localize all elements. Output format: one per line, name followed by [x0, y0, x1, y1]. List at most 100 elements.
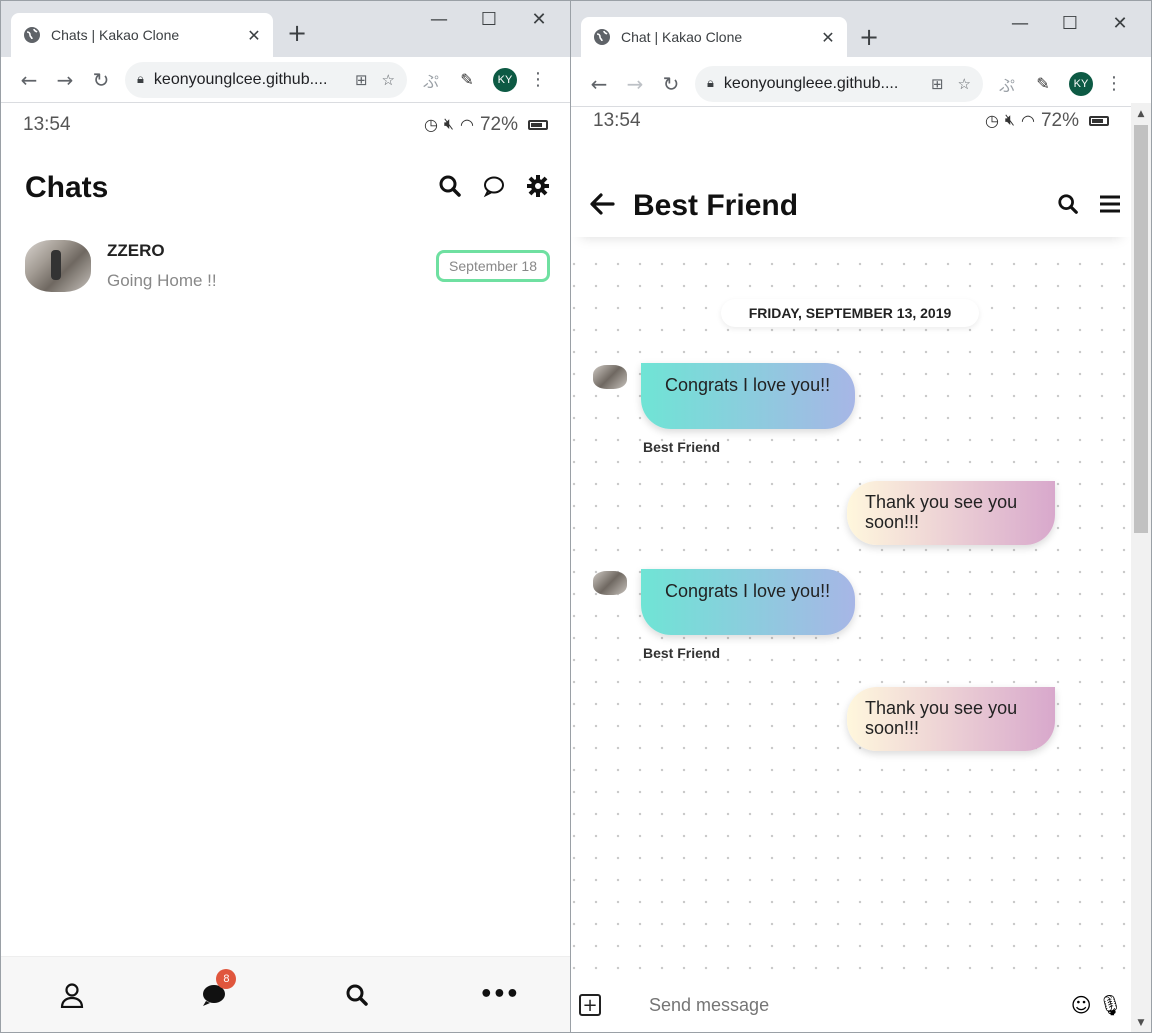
chat-avatar — [25, 240, 91, 292]
tab-strip: Chats | Kakao Clone ✕ + — ☐ ✕ — [1, 1, 570, 57]
chat-date-badge: September 18 — [436, 250, 550, 282]
tab-search[interactable] — [337, 975, 377, 1015]
message-input[interactable] — [649, 994, 1065, 1016]
wifi-icon: ◠ — [460, 117, 474, 134]
extension-icon[interactable]: ぷ — [413, 68, 449, 92]
emoji-icon[interactable]: ☺ — [1071, 993, 1092, 1017]
window-controls: — ☐ ✕ — [995, 13, 1145, 34]
browser-window-chats: Chats | Kakao Clone ✕ + — ☐ ✕ ← → ↻ 🔒︎ k… — [0, 0, 571, 1033]
status-time: 13:54 — [23, 114, 71, 135]
alarm-icon: ◷ — [984, 113, 999, 130]
message-bubble: Congrats I love you!! — [641, 363, 855, 429]
bottom-tab-bar: 8 ••• — [1, 956, 570, 1032]
close-tab-icon[interactable]: ✕ — [819, 28, 837, 47]
sender-name: Best Friend — [643, 645, 721, 661]
maximize-icon[interactable]: ☐ — [464, 9, 514, 30]
outgoing-message: Thank you see you soon!!! — [847, 687, 1055, 751]
address-bar[interactable]: 🔒︎ keonyoungleee.github.... ⊞ ☆ — [695, 65, 983, 102]
microphone-icon[interactable]: 🎙︎ — [1098, 993, 1123, 1017]
new-tab-button[interactable]: + — [859, 23, 879, 51]
wifi-icon: ◠ — [1021, 113, 1035, 130]
mute-icon: 🔇︎ — [443, 116, 454, 133]
date-divider: FRIDAY, SEPTEMBER 13, 2019 — [721, 299, 979, 327]
phone-status-bar: 13:54 ◷ 🔇︎ ◠ 72% — [1, 105, 570, 145]
scrollbar[interactable]: ▲ ▼ — [1131, 103, 1151, 1032]
forward-button[interactable]: → — [47, 68, 83, 92]
close-window-icon[interactable]: ✕ — [1095, 13, 1145, 34]
bookmark-star-icon[interactable]: ☆ — [382, 71, 395, 89]
back-button[interactable]: ← — [11, 68, 47, 92]
extension-icon[interactable]: ぷ — [989, 72, 1025, 96]
tab-title: Chats | Kakao Clone — [51, 27, 180, 43]
mute-icon: 🔇︎ — [1004, 112, 1015, 129]
profile-avatar[interactable]: KY — [1069, 71, 1093, 96]
scroll-down-arrow-icon[interactable]: ▼ — [1131, 1018, 1151, 1028]
browser-window-chat: Chat | Kakao Clone ✕ + — ☐ ✕ ← → ↻ 🔒︎ ke… — [570, 0, 1152, 1033]
reload-button[interactable]: ↻ — [83, 68, 119, 92]
battery-percent: 72% — [1040, 110, 1079, 131]
close-tab-icon[interactable]: ✕ — [245, 26, 263, 45]
window-controls: — ☐ ✕ — [414, 9, 564, 30]
person-icon — [61, 982, 84, 1008]
reload-button[interactable]: ↻ — [653, 72, 689, 96]
scroll-up-arrow-icon[interactable]: ▲ — [1131, 109, 1151, 119]
outgoing-message: Thank you see you soon!!! — [847, 481, 1055, 545]
eyedropper-extension-icon[interactable]: ✎ — [449, 70, 485, 89]
translate-icon[interactable]: ⊞ — [931, 75, 944, 93]
lock-icon: 🔒︎ — [137, 72, 144, 87]
chat-preview: Going Home !! — [107, 271, 217, 290]
settings-gear-icon[interactable] — [526, 174, 550, 202]
close-window-icon[interactable]: ✕ — [514, 9, 564, 30]
forward-button[interactable]: → — [617, 72, 653, 96]
eyedropper-extension-icon[interactable]: ✎ — [1025, 74, 1061, 93]
browser-menu-icon[interactable]: ⋮ — [1101, 73, 1127, 94]
status-time: 13:54 — [593, 110, 641, 131]
maximize-icon[interactable]: ☐ — [1045, 13, 1095, 34]
minimize-icon[interactable]: — — [995, 13, 1045, 34]
tab-more[interactable]: ••• — [479, 975, 519, 1015]
sender-avatar — [593, 365, 627, 389]
new-chat-icon[interactable] — [482, 174, 506, 202]
browser-menu-icon[interactable]: ⋮ — [525, 69, 551, 90]
chat-name: ZZERO — [107, 241, 165, 260]
globe-icon — [593, 28, 611, 46]
scrollbar-thumb[interactable] — [1134, 125, 1148, 533]
tab-friends[interactable] — [52, 975, 92, 1015]
browser-toolbar: ← → ↻ 🔒︎ keonyounglcee.github.... ⊞ ☆ ぷ … — [1, 57, 570, 103]
sender-name: Best Friend — [643, 439, 721, 455]
sender-avatar — [593, 571, 627, 595]
tab-strip: Chat | Kakao Clone ✕ + — ☐ ✕ — [571, 1, 1151, 57]
lock-icon: 🔒︎ — [707, 76, 714, 91]
message-list: FRIDAY, SEPTEMBER 13, 2019 Congrats I lo… — [571, 259, 1131, 978]
new-tab-button[interactable]: + — [287, 19, 307, 47]
message-bubble: Congrats I love you!! — [641, 569, 855, 635]
battery-percent: 72% — [479, 114, 518, 135]
globe-icon — [23, 26, 41, 44]
translate-icon[interactable]: ⊞ — [355, 71, 368, 89]
attach-plus-icon[interactable]: + — [579, 994, 601, 1016]
tab-title: Chat | Kakao Clone — [621, 29, 743, 45]
battery-icon — [528, 120, 548, 130]
browser-tab[interactable]: Chats | Kakao Clone ✕ — [11, 13, 273, 57]
search-icon[interactable] — [1057, 193, 1079, 219]
chats-header: Chats — [25, 166, 550, 210]
address-bar[interactable]: 🔒︎ keonyounglcee.github.... ⊞ ☆ — [125, 61, 407, 98]
menu-icon[interactable] — [1099, 194, 1121, 218]
unread-badge: 8 — [216, 968, 237, 989]
phone-status-bar: 13:54 ◷ 🔇︎ ◠ 72% — [571, 101, 1131, 141]
search-icon[interactable] — [438, 174, 462, 202]
chat-header: Best Friend — [571, 175, 1131, 237]
chat-list-item[interactable]: ZZERO Going Home !! September 18 — [25, 239, 550, 293]
search-icon — [346, 984, 368, 1006]
profile-avatar[interactable]: KY — [493, 67, 517, 92]
page-title: Best Friend — [633, 189, 799, 222]
tab-chats[interactable]: 8 — [194, 968, 237, 1015]
minimize-icon[interactable]: — — [414, 9, 464, 30]
bookmark-star-icon[interactable]: ☆ — [958, 75, 971, 93]
url-text: keonyounglcee.github.... — [153, 70, 328, 88]
alarm-icon: ◷ — [423, 117, 438, 134]
back-arrow-icon[interactable] — [589, 192, 615, 220]
browser-tab[interactable]: Chat | Kakao Clone ✕ — [581, 17, 847, 57]
message-composer: + ☺ 🎙︎ — [571, 978, 1131, 1032]
back-button[interactable]: ← — [581, 72, 617, 96]
